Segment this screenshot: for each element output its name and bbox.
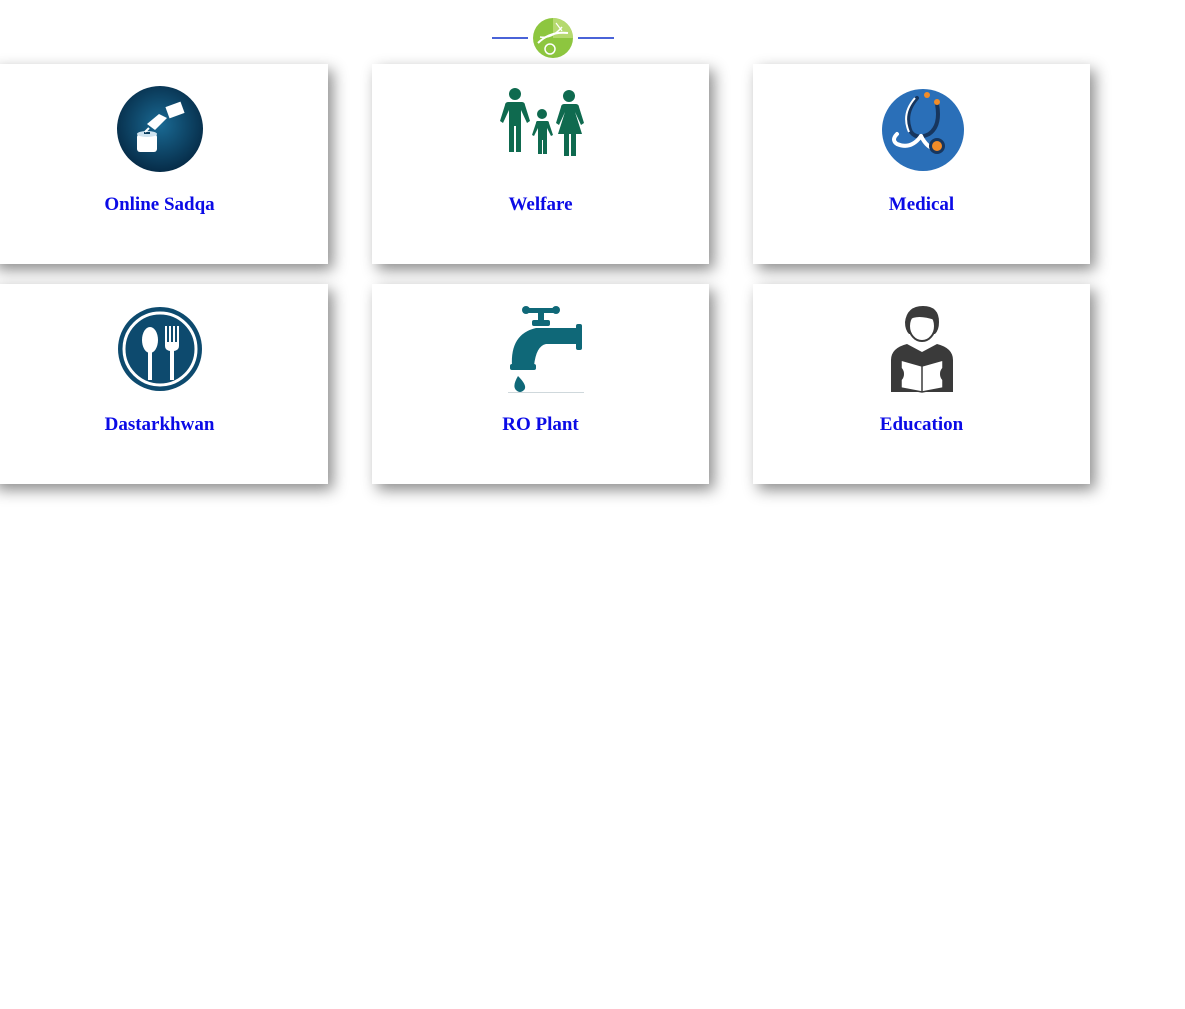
service-label: Online Sadqa xyxy=(104,194,215,215)
service-card-welfare[interactable]: Welfare xyxy=(372,64,709,264)
page: Online Sadqa Welfare Medical Dastarkhwan… xyxy=(0,0,1185,1009)
stethoscope-icon xyxy=(877,84,967,174)
header-divider xyxy=(492,16,614,62)
service-label: Dastarkhwan xyxy=(104,414,215,435)
service-label: Welfare xyxy=(508,194,573,215)
spoon-fork-icon xyxy=(115,304,205,394)
divider-line-right xyxy=(578,37,614,39)
family-icon xyxy=(496,84,586,174)
divider-line-left xyxy=(492,37,528,39)
service-card-ro-plant[interactable]: RO Plant xyxy=(372,284,709,484)
water-tap-icon xyxy=(496,304,586,394)
donation-icon xyxy=(115,84,205,174)
green-leaf-logo-icon xyxy=(532,17,574,59)
service-card-medical[interactable]: Medical xyxy=(753,64,1090,264)
service-card-online-sadqa[interactable]: Online Sadqa xyxy=(0,64,328,264)
service-label: RO Plant xyxy=(502,414,579,435)
service-card-education[interactable]: Education xyxy=(753,284,1090,484)
reading-person-icon xyxy=(877,304,967,394)
service-label: Medical xyxy=(888,194,955,215)
service-label: Education xyxy=(879,414,964,435)
service-card-dastarkhwan[interactable]: Dastarkhwan xyxy=(0,284,328,484)
